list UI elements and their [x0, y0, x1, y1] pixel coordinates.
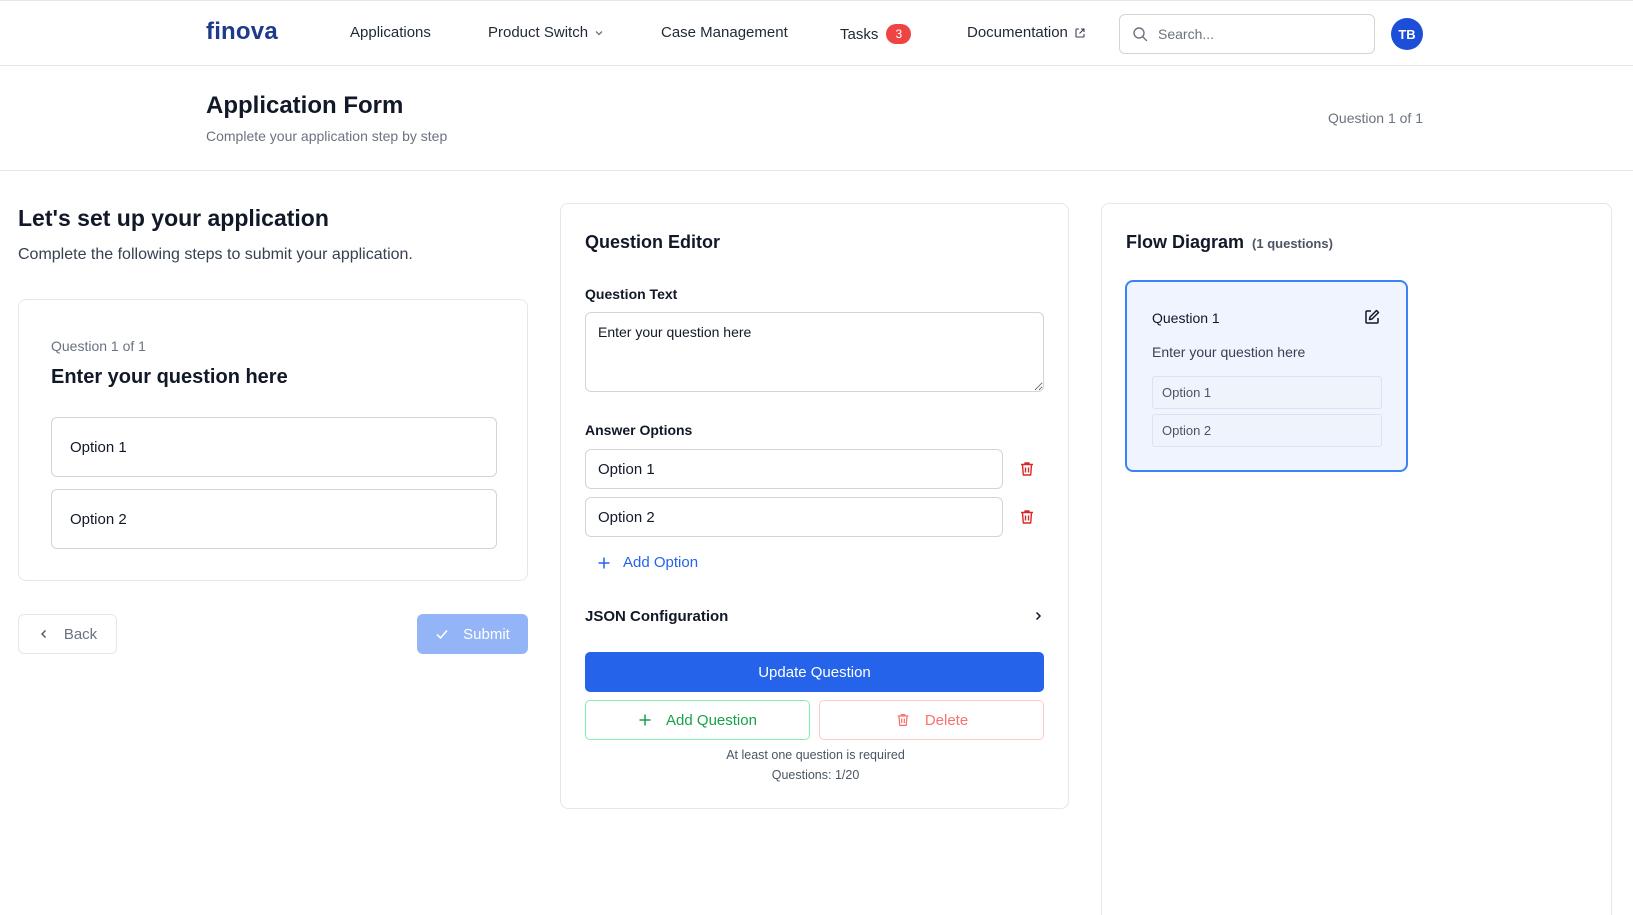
preview-heading: Let's set up your application: [18, 205, 329, 231]
preview-option-1[interactable]: Option 1: [51, 417, 497, 477]
flow-diagram-title: Flow Diagram (1 questions): [1126, 232, 1333, 253]
flow-diagram-panel: Flow Diagram (1 questions) Question 1 En…: [1101, 203, 1612, 915]
update-question-button[interactable]: Update Question: [585, 652, 1044, 692]
add-option-label: Add Option: [623, 554, 699, 571]
add-question-label: Add Question: [666, 711, 757, 729]
chevron-left-icon: [40, 630, 46, 638]
top-navbar: finova Applications Product Switch Case …: [0, 0, 1633, 66]
plus-icon: [598, 557, 610, 568]
answer-options-label: Answer Options: [585, 422, 693, 438]
page-title: Application Form: [206, 92, 404, 119]
delete-question-button[interactable]: Delete: [819, 700, 1044, 740]
preview-option-label: Option 2: [70, 510, 127, 528]
question-required-note: At least one question is required: [726, 748, 905, 762]
edit-icon[interactable]: [1363, 308, 1381, 326]
add-option-button[interactable]: Add Option: [597, 554, 698, 571]
chevron-down-icon: [595, 30, 603, 35]
preview-question-text: Enter your question here: [51, 366, 288, 388]
flow-node-question-1[interactable]: Question 1 Enter your question here Opti…: [1125, 280, 1408, 472]
preview-option-label: Option 1: [70, 438, 127, 456]
user-avatar[interactable]: TB: [1391, 18, 1423, 50]
flow-node-option-1: Option 1: [1152, 376, 1382, 409]
flow-question-count: (1 questions): [1252, 236, 1333, 251]
external-link-icon: [1075, 27, 1085, 38]
page-header: Application Form Complete your applicati…: [0, 66, 1633, 171]
submit-button-label: Submit: [463, 625, 510, 643]
flow-node-option-label: Option 2: [1162, 423, 1212, 438]
flow-node-title: Question 1: [1152, 310, 1220, 326]
preview-subheading: Complete the following steps to submit y…: [18, 246, 413, 263]
trash-icon: [897, 714, 909, 726]
page-subtitle: Complete your application step by step: [206, 128, 448, 144]
answer-option-input-2[interactable]: [585, 497, 1003, 537]
flow-node-option-label: Option 1: [1162, 385, 1212, 400]
question-text-input[interactable]: Enter your question here: [585, 312, 1044, 392]
nav-item-label: Applications: [350, 24, 431, 41]
flow-node-question: Enter your question here: [1152, 344, 1306, 360]
nav-item-product-switch[interactable]: Product Switch: [488, 24, 604, 41]
flow-node-option-2: Option 2: [1152, 414, 1382, 447]
add-question-button[interactable]: Add Question: [585, 700, 810, 740]
preview-option-2[interactable]: Option 2: [51, 489, 497, 549]
question-editor-panel: Question Editor Question Text Enter your…: [560, 203, 1069, 809]
check-icon: [436, 629, 448, 640]
tasks-count-badge: 3: [886, 24, 912, 44]
nav-item-label: Case Management: [661, 24, 788, 41]
back-button-label: Back: [63, 625, 98, 643]
chevron-right-icon: [1035, 611, 1042, 621]
trash-icon[interactable]: [1018, 508, 1036, 526]
nav-item-tasks[interactable]: Tasks 3: [840, 24, 912, 44]
question-preview-card: Question 1 of 1 Enter your question here…: [18, 299, 528, 581]
nav-item-label: Product Switch: [488, 24, 589, 41]
trash-icon[interactable]: [1018, 460, 1036, 478]
back-button[interactable]: Back: [18, 614, 117, 654]
search-icon: [1133, 27, 1148, 42]
nav-item-label: Tasks: [840, 25, 879, 43]
question-count-note: Questions: 1/20: [771, 768, 860, 782]
flow-title-label: Flow Diagram: [1126, 232, 1245, 252]
json-configuration-toggle[interactable]: JSON Configuration: [585, 604, 1044, 628]
json-configuration-label: JSON Configuration: [585, 607, 729, 625]
answer-option-input-1[interactable]: [585, 449, 1003, 489]
question-counter: Question 1 of 1: [51, 338, 146, 354]
brand-logo[interactable]: finova: [206, 18, 278, 46]
submit-button[interactable]: Submit: [417, 614, 528, 654]
nav-item-label: Documentation: [967, 24, 1068, 41]
search-box[interactable]: [1119, 14, 1375, 54]
editor-title: Question Editor: [585, 232, 720, 252]
delete-label: Delete: [924, 711, 969, 729]
nav-item-documentation[interactable]: Documentation: [967, 24, 1086, 41]
page-progress: Question 1 of 1: [1328, 110, 1423, 126]
nav-item-case-management[interactable]: Case Management: [661, 24, 788, 41]
search-input[interactable]: [1158, 26, 1358, 42]
nav-item-applications[interactable]: Applications: [350, 24, 431, 41]
plus-icon: [639, 714, 651, 726]
question-text-label: Question Text: [585, 286, 678, 302]
